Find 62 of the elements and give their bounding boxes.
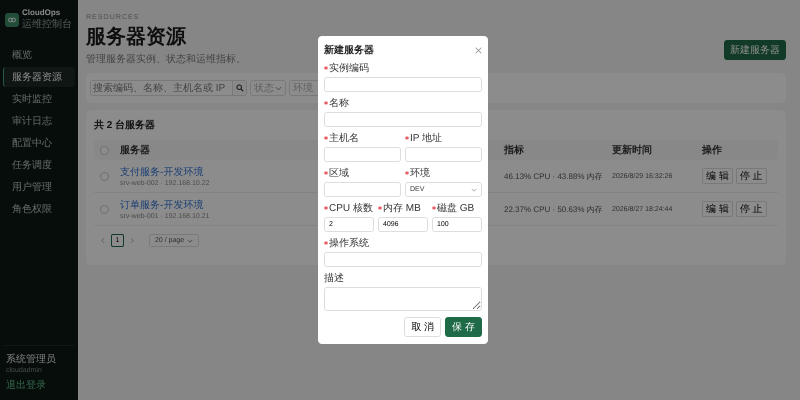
row-action-button[interactable]: 停 止	[736, 168, 767, 184]
nav-item[interactable]: 概览	[3, 45, 75, 65]
input-field[interactable]	[405, 147, 482, 162]
field-label: 主机名	[329, 132, 359, 145]
brand-subtitle: 运维控制台	[22, 18, 72, 31]
column-header: 操作	[702, 144, 722, 157]
field-label: 名称	[329, 97, 349, 110]
logo-icon	[5, 12, 19, 26]
input-field[interactable]	[324, 252, 482, 267]
field-label: IP 地址	[410, 132, 442, 145]
nav-item[interactable]: 任务调度	[3, 155, 75, 175]
column-header: 更新时间	[612, 143, 652, 157]
field-label: 实例编码	[329, 62, 369, 75]
input-field[interactable]	[324, 147, 401, 162]
textarea-field[interactable]	[324, 287, 482, 311]
save-button[interactable]: 保 存	[445, 317, 482, 337]
column-header: 服务器	[120, 144, 150, 157]
nav-item[interactable]: 角色权限	[3, 199, 75, 219]
nav-item[interactable]: 配置中心	[3, 133, 75, 153]
logout-link[interactable]: 退出登录	[6, 378, 72, 392]
modal-title: 新建服务器	[324, 43, 374, 57]
nav-item[interactable]: 实时监控	[3, 89, 75, 109]
table-title: 共 2 台服务器	[94, 118, 156, 132]
column-header: 指标	[504, 144, 524, 157]
chevron-down-icon	[187, 238, 194, 242]
field-label: 区域	[329, 166, 349, 180]
row-checkbox[interactable]	[100, 172, 109, 180]
field-label: 描述	[324, 272, 344, 285]
input-field[interactable]	[324, 112, 482, 127]
select-all-checkbox[interactable]	[100, 146, 109, 154]
metrics-cell: 46.13% CPU · 43.88% 内存	[504, 170, 603, 182]
search-button[interactable]	[233, 80, 247, 96]
field-label: CPU 核数	[329, 202, 373, 215]
page-description: 管理服务器实例、状态和运维指标。	[86, 52, 246, 66]
previous-page-icon[interactable]	[100, 237, 105, 244]
metrics-cell: 22.37% CPU · 50.63% 内存	[504, 204, 603, 214]
search-field[interactable]: 搜索编码、名称、主机名或 IP	[90, 80, 233, 96]
chevron-down-icon	[275, 86, 282, 90]
server-name-link[interactable]: 订单服务-开发环境	[120, 198, 204, 212]
brand-name: CloudOps	[22, 8, 62, 17]
nav-item[interactable]: 用户管理	[3, 177, 75, 197]
server-name-link[interactable]: 支付服务-开发环境	[120, 165, 204, 179]
row-action-button[interactable]: 编 辑	[702, 168, 733, 184]
field-label: 操作系统	[329, 236, 369, 250]
chevron-down-icon	[471, 188, 477, 192]
input-field[interactable]	[324, 182, 401, 197]
search-icon	[236, 84, 244, 92]
cancel-button[interactable]: 取 消	[404, 317, 442, 337]
nav-item[interactable]: 服务器资源	[3, 67, 75, 87]
field-label: 内存 MB	[383, 202, 421, 215]
field-label: 环境	[410, 166, 430, 180]
page-title: 服务器资源	[86, 25, 188, 50]
row-action-button[interactable]: 停 止	[736, 201, 767, 217]
row-checkbox[interactable]	[100, 204, 109, 214]
row-action-button[interactable]: 编 辑	[702, 201, 733, 217]
input-field[interactable]	[324, 77, 482, 92]
close-icon[interactable]	[475, 46, 482, 54]
next-page-icon[interactable]	[130, 237, 135, 244]
new-server-button[interactable]: 新建服务器	[724, 40, 786, 60]
user-name: 系统管理员	[6, 352, 57, 366]
nav-item[interactable]: 审计日志	[3, 111, 75, 131]
field-label: 磁盘 GB	[437, 202, 474, 215]
